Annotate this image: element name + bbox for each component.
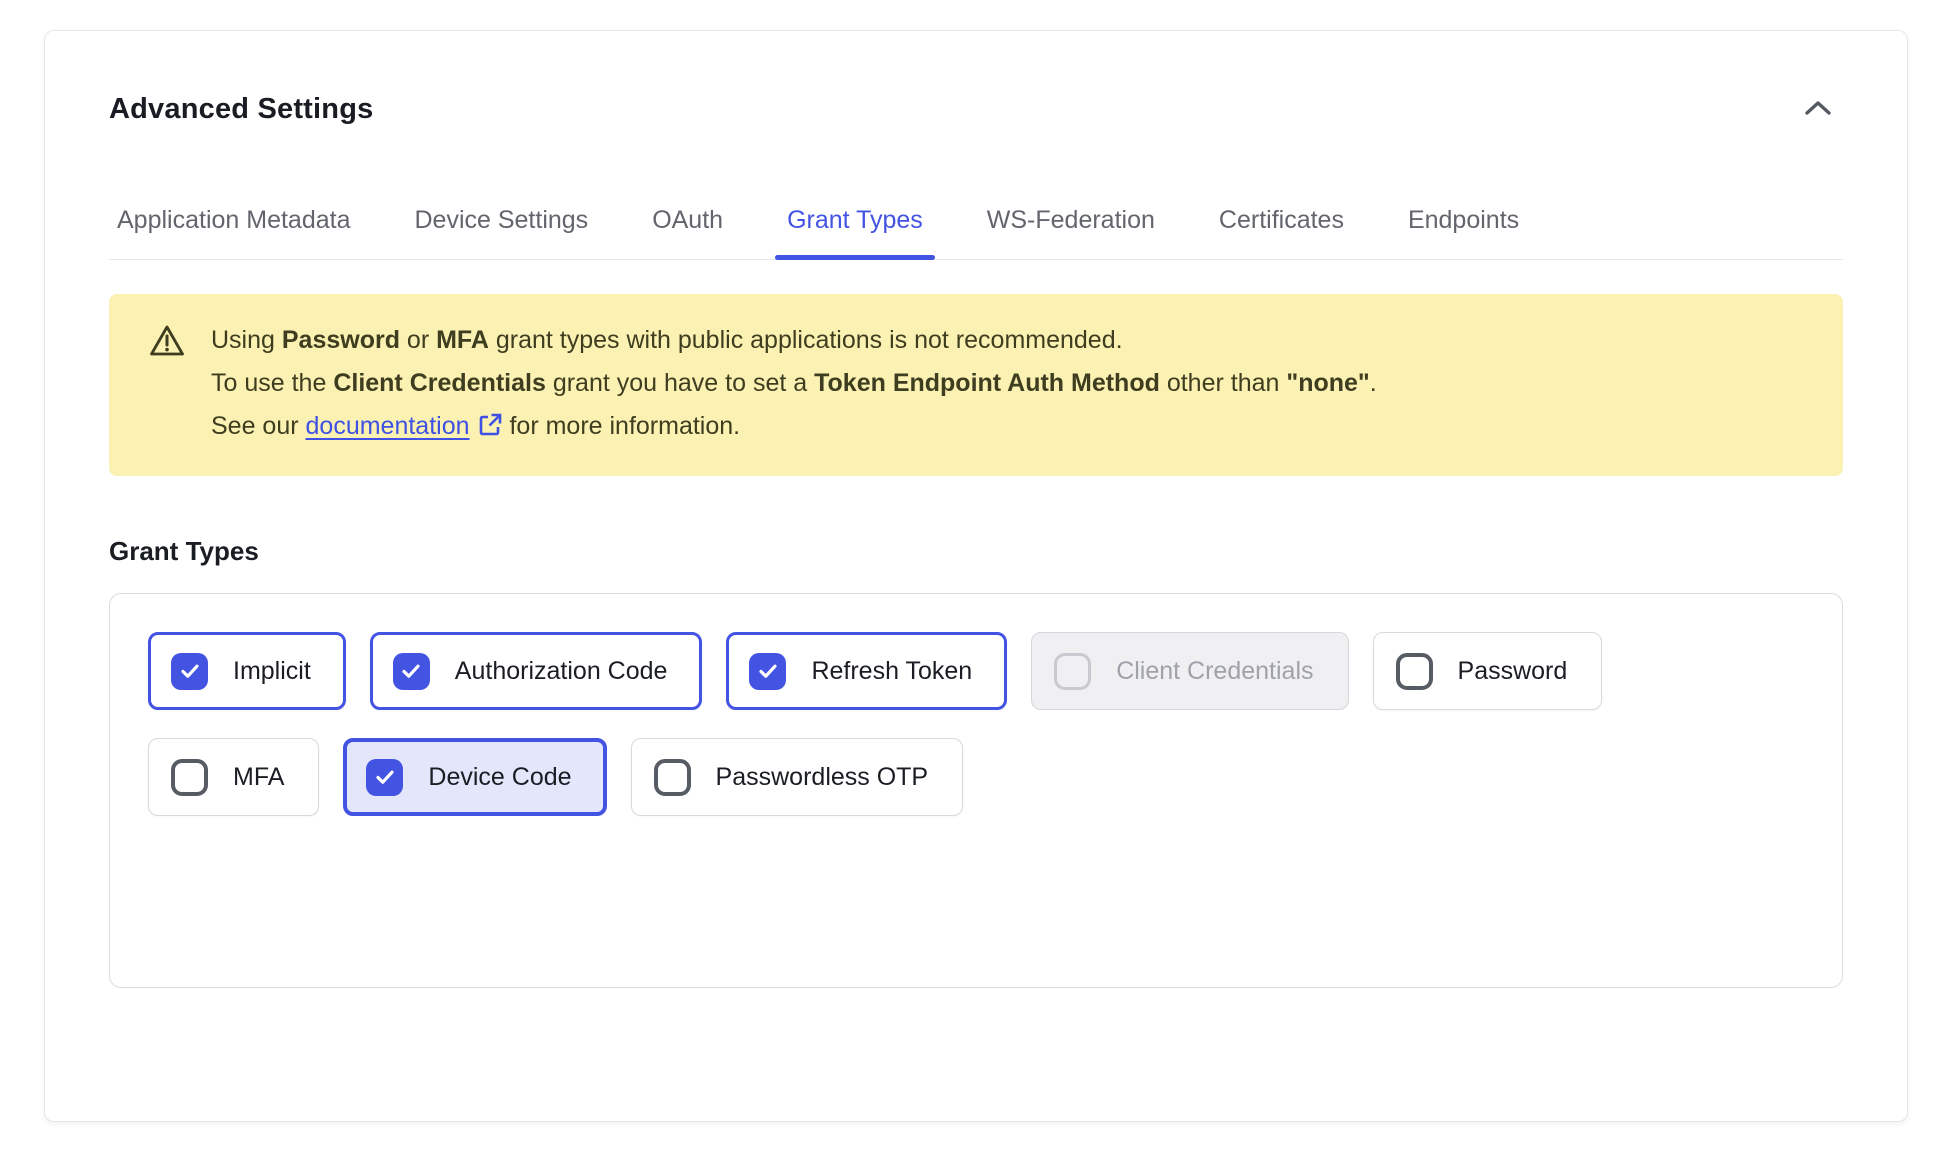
grant-type-label: Authorization Code — [455, 657, 668, 686]
warning-triangle-icon — [149, 324, 185, 451]
settings-tab-bar: Application Metadata Device Settings OAu… — [109, 206, 1843, 260]
chevron-up-icon — [1805, 100, 1831, 119]
grant-type-passwordless-otp[interactable]: Passwordless OTP — [631, 738, 964, 816]
checkbox-checked-icon — [171, 653, 208, 690]
grant-type-authorization-code[interactable]: Authorization Code — [370, 632, 703, 710]
warning-line-1: Using Password or MFA grant types with p… — [211, 319, 1377, 362]
page-title: Advanced Settings — [109, 93, 373, 126]
grant-types-row-1: Implicit Authorization Code Refresh Toke… — [148, 632, 1804, 710]
warning-line-3: See our documentation for more informati… — [211, 405, 1377, 451]
external-link-icon — [478, 408, 503, 451]
tab-ws-federation[interactable]: WS-Federation — [987, 206, 1155, 259]
checkbox-unchecked-icon — [654, 759, 691, 796]
warning-line-2: To use the Client Credentials grant you … — [211, 362, 1377, 405]
checkbox-unchecked-disabled-icon — [1054, 653, 1091, 690]
tab-endpoints[interactable]: Endpoints — [1408, 206, 1519, 259]
grant-type-password[interactable]: Password — [1373, 632, 1603, 710]
checkbox-checked-icon — [749, 653, 786, 690]
checkbox-unchecked-icon — [171, 759, 208, 796]
grant-types-group: Implicit Authorization Code Refresh Toke… — [109, 593, 1843, 988]
grant-type-implicit[interactable]: Implicit — [148, 632, 346, 710]
warning-banner-text: Using Password or MFA grant types with p… — [211, 319, 1377, 451]
grant-type-client-credentials: Client Credentials — [1031, 632, 1348, 710]
tab-grant-types[interactable]: Grant Types — [787, 206, 923, 259]
collapse-section-button[interactable] — [1799, 94, 1837, 125]
grant-type-label: Implicit — [233, 657, 311, 686]
grant-type-label: Device Code — [428, 763, 571, 792]
warning-banner: Using Password or MFA grant types with p… — [109, 294, 1843, 476]
checkbox-checked-icon — [393, 653, 430, 690]
grant-type-label: Password — [1458, 657, 1568, 686]
grant-type-mfa[interactable]: MFA — [148, 738, 319, 816]
tab-device-settings[interactable]: Device Settings — [414, 206, 588, 259]
grant-type-refresh-token[interactable]: Refresh Token — [726, 632, 1007, 710]
checkbox-checked-icon — [366, 759, 403, 796]
tab-certificates[interactable]: Certificates — [1219, 206, 1344, 259]
grant-type-label: Client Credentials — [1116, 657, 1313, 686]
tab-application-metadata[interactable]: Application Metadata — [117, 206, 350, 259]
tab-oauth[interactable]: OAuth — [652, 206, 723, 259]
grant-types-heading: Grant Types — [109, 536, 1843, 567]
advanced-settings-card: Advanced Settings Application Metadata D… — [44, 30, 1908, 1122]
documentation-link[interactable]: documentation — [306, 412, 470, 440]
grant-type-label: Refresh Token — [811, 657, 972, 686]
grant-type-label: MFA — [233, 763, 284, 792]
checkbox-unchecked-icon — [1396, 653, 1433, 690]
grant-types-row-2: MFA Device Code Passwordless OTP — [148, 738, 1804, 816]
grant-type-label: Passwordless OTP — [716, 763, 929, 792]
card-header: Advanced Settings — [109, 93, 1843, 126]
grant-type-device-code[interactable]: Device Code — [343, 738, 606, 816]
